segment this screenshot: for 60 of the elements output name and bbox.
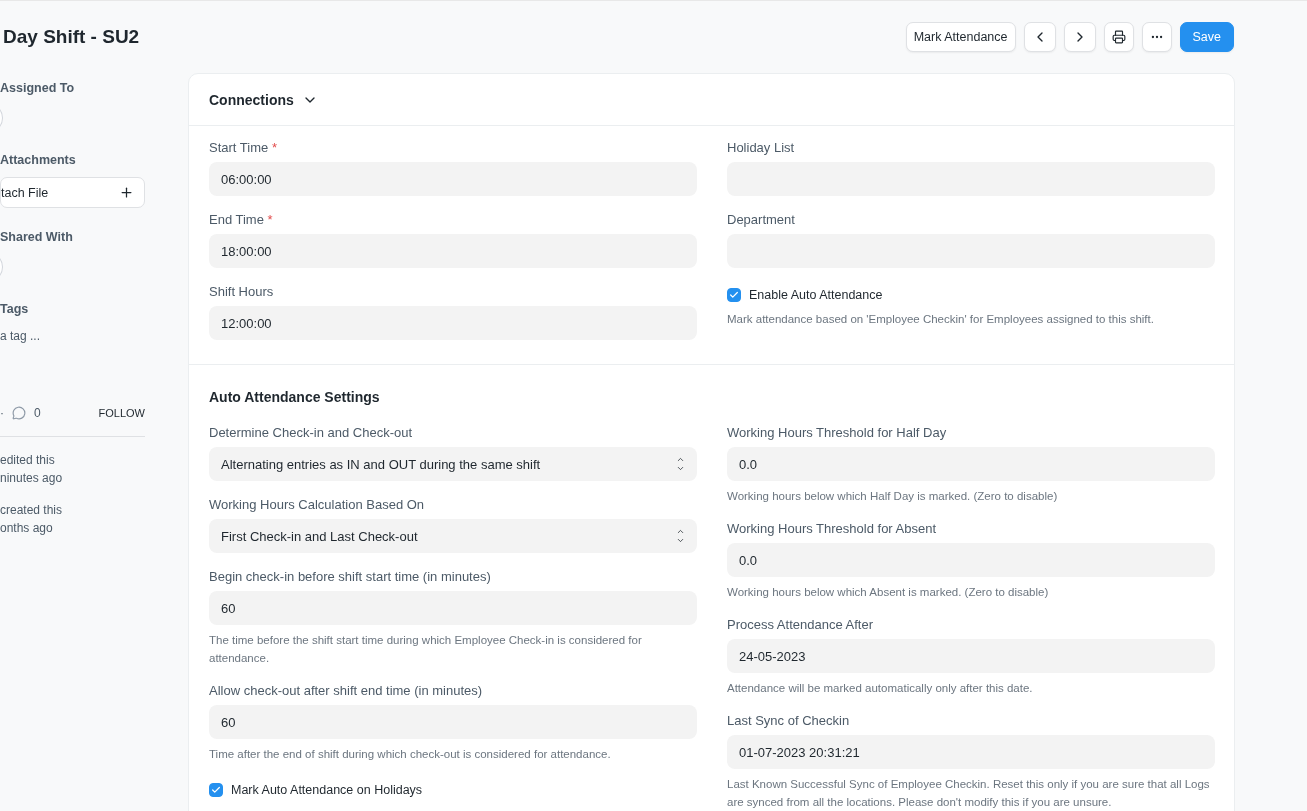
- sidebar-label: Tags: [0, 302, 30, 316]
- field-description: Working hours below which Absent is marked. (Zero to disable): [727, 585, 1050, 600]
- checkbox[interactable]: [209, 783, 223, 797]
- input-field[interactable]: 01-07-2023 20:31:21: [727, 735, 1215, 769]
- sidebar-label: Attachments: [0, 153, 77, 167]
- next-button[interactable]: [1063, 22, 1096, 52]
- follow-link[interactable]: FOLLOW: [98, 407, 145, 419]
- comment-count: 0: [34, 406, 41, 420]
- field-label: Holiday List: [727, 140, 795, 155]
- section-title: Auto Attendance Settings: [209, 389, 381, 405]
- field-label: Allow check-out after shift end time (in minutes): [209, 683, 483, 698]
- input-field[interactable]: 60: [209, 705, 697, 739]
- field-label: Determine Check-in and Check-out: [209, 425, 413, 440]
- connections-title[interactable]: Connections: [209, 91, 294, 108]
- check-icon: [211, 785, 221, 795]
- field-label: End Time: [209, 212, 264, 227]
- sidebar-label: Assigned To: [0, 81, 76, 95]
- attach-file-button[interactable]: tach File: [0, 177, 145, 208]
- check-icon: [729, 290, 739, 300]
- field-description: The time before the shift start time during which Employee Check-in is considered for attendance.: [209, 633, 643, 666]
- field-label: Process Attendance After: [727, 617, 873, 632]
- previous-button[interactable]: [1023, 22, 1056, 52]
- input-field[interactable]: 06:00:00: [209, 162, 697, 196]
- field-description: Time after the end of shift during which check-out is considered for attendance.: [209, 747, 612, 762]
- field-description: Attendance will be marked automatically only after this date.: [727, 681, 1034, 696]
- field-description: Working hours below which Half Day is marked. (Zero to disable): [727, 489, 1059, 504]
- field-label: Begin check-in before shift start time (in minutes): [209, 569, 491, 584]
- checkbox-label: Mark Auto Attendance on Holidays: [231, 783, 423, 797]
- comment-icon: [12, 406, 26, 420]
- field-label: Working Hours Calculation Based On: [209, 497, 425, 512]
- field-label: Working Hours Threshold for Absent: [727, 521, 937, 536]
- activity-entry: edited this ninutes ago: [0, 452, 64, 487]
- input-field[interactable]: 12:00:00: [209, 306, 697, 340]
- input-field[interactable]: 24-05-2023: [727, 639, 1215, 673]
- input-field[interactable]: 0.0: [727, 543, 1215, 577]
- select-field[interactable]: First Check-in and Last Check-out: [209, 519, 697, 553]
- input-field[interactable]: 0.0: [727, 447, 1215, 481]
- checkbox-label: Enable Auto Attendance: [749, 288, 883, 302]
- sidebar-label: Shared With: [0, 230, 74, 244]
- required-mark: *: [271, 140, 277, 155]
- field-label: Department: [727, 212, 795, 227]
- printer-icon: [1111, 30, 1126, 44]
- input-field[interactable]: 60: [209, 591, 697, 625]
- field-label: Start Time: [209, 140, 269, 155]
- separator-dot: ·: [0, 406, 4, 420]
- plus-icon: [119, 185, 134, 200]
- field-label: Shift Hours: [209, 284, 274, 299]
- field-description: Last Known Successful Sync of Employee Checkin. Reset this only if you are sure that all Logs are synced from all the locations. Please don't modify this if you are unsure.: [727, 777, 1211, 810]
- activity-entry: created this onths ago: [0, 502, 64, 537]
- select-field[interactable]: Alternating entries as IN and OUT during the same shift: [209, 447, 697, 481]
- input-field[interactable]: 18:00:00: [209, 234, 697, 268]
- print-button[interactable]: [1103, 22, 1134, 52]
- field-label: Last Sync of Checkin: [727, 713, 850, 728]
- page-title: Day Shift - SU2: [3, 26, 140, 48]
- checkbox[interactable]: [727, 288, 741, 302]
- mark-attendance-button[interactable]: Mark Attendance: [905, 22, 1016, 52]
- field-description: Mark attendance based on 'Employee Checkin' for Employees assigned to this shift.: [727, 312, 1155, 327]
- field-label: Working Hours Threshold for Half Day: [727, 425, 947, 440]
- required-mark: *: [267, 212, 273, 227]
- add-tag-link[interactable]: a tag ...: [0, 329, 41, 343]
